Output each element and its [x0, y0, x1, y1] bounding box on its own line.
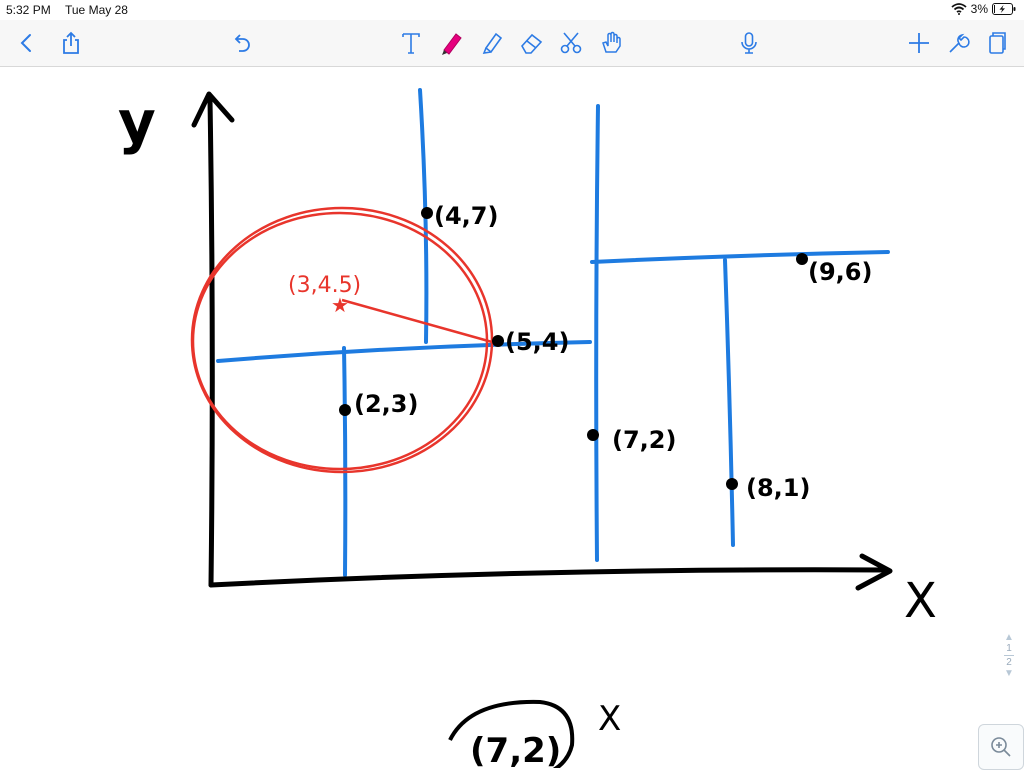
hand-tool-button[interactable]: [596, 28, 626, 58]
pages-icon: [989, 32, 1006, 54]
status-bar: 5:32 PM Tue May 28 3%: [0, 0, 1024, 20]
undo-icon: [234, 34, 250, 52]
point-label-5: (8,1): [746, 474, 810, 502]
point-label-1: (5,4): [505, 328, 569, 356]
circle-center-label: (3,4.5): [288, 273, 361, 298]
battery-percent: 3%: [970, 2, 988, 16]
point-dot-3: [587, 429, 599, 441]
bottom-note-x: X: [598, 699, 621, 739]
pen-tool-icon: [442, 33, 462, 55]
microphone-icon: [741, 32, 757, 54]
zoom-button[interactable]: [978, 724, 1024, 770]
add-icon: [909, 33, 929, 53]
note-canvas[interactable]: y X ★ (3,4.5) (4,7)(5,4)(2,3)(7,2)(9,6)(…: [0, 67, 1024, 768]
point-dot-5: [726, 478, 738, 490]
highlighter-tool-button[interactable]: [476, 28, 506, 58]
point-dot-0: [421, 207, 433, 219]
x-axis-label: X: [904, 573, 937, 629]
point-dot-4: [796, 253, 808, 265]
page-total: 2: [1006, 657, 1012, 668]
page-indicator[interactable]: ▲ 1 2 ▼: [999, 632, 1019, 702]
bottom-note: (7,2) X: [448, 699, 621, 768]
split-line-x7: [594, 104, 600, 562]
zoom-in-icon: [991, 737, 1011, 757]
back-button[interactable]: [12, 28, 42, 58]
points: (4,7) (5,4) (2,3) (7,2) (9,6) (8,1): [339, 202, 872, 502]
wifi-icon: [951, 3, 967, 15]
point-dot-2: [339, 404, 351, 416]
page-down-icon[interactable]: ▼: [999, 668, 1019, 679]
status-time: 5:32 PM: [6, 3, 51, 17]
undo-button[interactable]: [226, 28, 256, 58]
text-tool-icon: [402, 33, 420, 54]
share-button[interactable]: [56, 28, 86, 58]
pages-button[interactable]: [982, 28, 1012, 58]
y-axis-label: y: [118, 88, 156, 156]
y-axis-arrow: [191, 91, 235, 128]
bottom-note-text: (7,2): [470, 731, 561, 768]
hand-tool-icon: [602, 31, 621, 53]
highlighter-tool-icon: [482, 32, 503, 54]
add-button[interactable]: [904, 28, 934, 58]
text-tool-button[interactable]: [396, 28, 426, 58]
microphone-button[interactable]: [734, 28, 764, 58]
pen-tool-button[interactable]: [436, 28, 466, 58]
point-label-2: (2,3): [354, 390, 418, 418]
y-axis: [207, 97, 215, 588]
page-current: 1: [1006, 643, 1012, 654]
lasso-tool-icon: [560, 32, 582, 54]
eraser-tool-button[interactable]: [516, 28, 546, 58]
status-date: Tue May 28: [65, 3, 128, 17]
back-icon: [20, 34, 31, 52]
settings-icon: [949, 33, 970, 53]
split-line-x2: [342, 346, 348, 577]
split-line-x8: [723, 258, 735, 547]
x-axis: [208, 567, 891, 588]
share-icon: [63, 31, 79, 54]
toolbar: [0, 20, 1024, 67]
settings-button[interactable]: [944, 28, 974, 58]
nearest-neighbor-circle: [190, 206, 494, 474]
point-label-4: (9,6): [808, 258, 872, 286]
battery-charging-icon: [992, 3, 1016, 15]
lasso-tool-button[interactable]: [556, 28, 586, 58]
point-dot-1: [492, 335, 504, 347]
eraser-tool-icon: [521, 33, 543, 54]
point-label-0: (4,7): [434, 202, 498, 230]
status-right: 3%: [951, 2, 1016, 16]
page-up-icon[interactable]: ▲: [999, 632, 1019, 643]
point-label-3: (7,2): [612, 426, 676, 454]
